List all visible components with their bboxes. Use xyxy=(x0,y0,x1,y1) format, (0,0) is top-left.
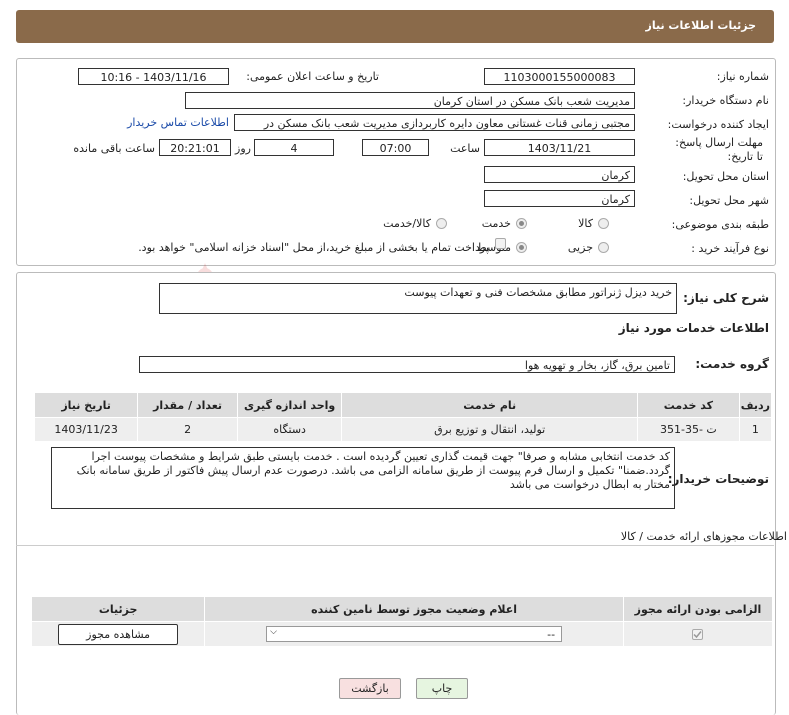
process-radio-minor[interactable] xyxy=(598,242,609,253)
col-permit-status: اعلام وضعیت مجوز توسط نامین کننده xyxy=(204,596,624,622)
back-button[interactable]: بازگشت xyxy=(339,678,401,699)
col-need-date: تاریخ نیاز xyxy=(33,392,139,418)
permit-status-value: -- xyxy=(547,628,556,641)
col-permit-details: جزئیات xyxy=(30,596,206,622)
permits-table-header: الزامی بودن ارائه مجوز اعلام وضعیت مجوز … xyxy=(30,596,774,622)
check-icon xyxy=(693,631,703,639)
cell-permit-details: مشاهده مجوز xyxy=(30,621,206,647)
category-option-service: خدمت xyxy=(481,217,511,230)
page-title: جزئیات اطلاعات نیاز xyxy=(645,19,757,32)
view-permit-button[interactable]: مشاهده مجوز xyxy=(58,623,179,645)
cell-permit-status: -- ⌵ xyxy=(204,621,624,647)
process-option-minor: جزیی xyxy=(567,241,593,254)
cell-service-name: تولید، انتقال و توزیع برق xyxy=(341,417,638,442)
permit-status-select[interactable]: -- ⌵ xyxy=(266,626,563,642)
category-radio-goods[interactable] xyxy=(598,218,609,229)
summary-label: شرح کلی نیاز: xyxy=(683,291,769,305)
category-radio-service[interactable] xyxy=(516,218,527,229)
table-row: -- ⌵ مشاهده مجوز xyxy=(30,621,774,647)
category-label: طبقه بندی موضوعی: xyxy=(671,218,769,231)
permits-table: الزامی بودن ارائه مجوز اعلام وضعیت مجوز … xyxy=(30,596,774,647)
treasury-checkbox[interactable] xyxy=(495,238,506,249)
table-row: 1 ت -35-351 تولید، انتقال و توزیع برق دس… xyxy=(33,417,773,442)
deadline-time-field[interactable]: 07:00 xyxy=(362,139,429,156)
services-section-title: اطلاعات خدمات مورد نیاز xyxy=(618,321,769,335)
buyer-contact-link[interactable]: اطلاعات تماس خریدار xyxy=(127,116,229,129)
col-quantity: تعداد / مقدار xyxy=(137,392,238,418)
cell-need-date: 1403/11/23 xyxy=(33,417,139,442)
city-label: شهر محل تحویل: xyxy=(689,194,769,207)
creator-field[interactable]: مجتبی زمانی قنات غستانی معاون دایره کارب… xyxy=(234,114,635,131)
cell-quantity: 2 xyxy=(137,417,238,442)
permits-section-title: اطلاعات مجوزهای ارائه خدمت / کالا xyxy=(620,530,787,543)
chevron-down-icon: ⌵ xyxy=(270,627,277,637)
buyer-notes-textarea[interactable]: کد خدمت انتخابی مشابه و صرفا" جهت قیمت گ… xyxy=(51,447,675,509)
print-button[interactable]: چاپ xyxy=(416,678,468,699)
process-label: نوع فرآیند خرید : xyxy=(691,242,769,255)
category-radio-goods-service[interactable] xyxy=(436,218,447,229)
cell-unit: دستگاه xyxy=(236,417,343,442)
cell-permit-required xyxy=(622,621,774,647)
services-table-header: ردیف کد خدمت نام خدمت واحد اندازه گیری ت… xyxy=(33,392,773,418)
need-number-label: شماره نیاز: xyxy=(716,70,769,83)
deadline-time-label: ساعت xyxy=(450,142,480,155)
category-option-goods-service: کالا/خدمت xyxy=(383,217,431,230)
province-field[interactable]: کرمان xyxy=(484,166,635,183)
service-group-label: گروه خدمت: xyxy=(695,357,769,371)
services-table: ردیف کد خدمت نام خدمت واحد اندازه گیری ت… xyxy=(33,392,773,442)
buyer-notes-text: کد خدمت انتخابی مشابه و صرفا" جهت قیمت گ… xyxy=(76,450,670,491)
col-service-name: نام خدمت xyxy=(341,392,638,418)
permits-divider xyxy=(16,545,774,546)
col-permit-required: الزامی بودن ارائه مجوز xyxy=(622,596,774,622)
col-service-code: کد خدمت xyxy=(636,392,740,418)
cell-row: 1 xyxy=(738,417,773,442)
remaining-time-field[interactable]: 20:21:01 xyxy=(159,139,231,156)
city-field[interactable]: کرمان xyxy=(484,190,635,207)
summary-text: خرید دیزل ژنراتور مطابق مشخصات فنی و تعه… xyxy=(404,286,672,299)
days-field[interactable]: 4 xyxy=(254,139,334,156)
buyer-org-label: نام دستگاه خریدار: xyxy=(682,94,769,107)
need-number-field[interactable]: 1103000155000083 xyxy=(484,68,635,85)
permit-required-checkbox[interactable] xyxy=(692,629,704,640)
remaining-label: ساعت باقی مانده xyxy=(73,142,155,155)
creator-label: ایجاد کننده درخواست: xyxy=(667,118,769,131)
treasury-note: پرداخت تمام یا بخشی از مبلغ خرید،از محل … xyxy=(138,241,489,254)
buyer-org-field[interactable]: مدیریت شعب بانک مسکن در استان کرمان xyxy=(185,92,635,109)
announce-label: تاریخ و ساعت اعلان عمومی: xyxy=(246,70,379,83)
deadline-label: مهلت ارسال پاسخ: تا تاریخ: xyxy=(675,136,763,163)
service-group-field[interactable]: تامین برق، گاز، بخار و تهویه هوا xyxy=(139,356,675,373)
page-header: جزئیات اطلاعات نیاز xyxy=(16,10,774,43)
category-option-goods: کالا xyxy=(578,217,593,230)
cell-service-code: ت -35-351 xyxy=(636,417,740,442)
deadline-date-field[interactable]: 1403/11/21 xyxy=(484,139,635,156)
summary-textarea[interactable]: خرید دیزل ژنراتور مطابق مشخصات فنی و تعه… xyxy=(159,283,677,314)
need-info-panel xyxy=(16,58,776,266)
province-label: استان محل تحویل: xyxy=(682,170,769,183)
announce-field[interactable]: 1403/11/16 - 10:16 xyxy=(78,68,229,85)
process-radio-medium[interactable] xyxy=(516,242,527,253)
col-row: ردیف xyxy=(738,392,773,418)
buyer-notes-label: توضیحات خریدار: xyxy=(667,472,769,486)
col-unit: واحد اندازه گیری xyxy=(236,392,343,418)
